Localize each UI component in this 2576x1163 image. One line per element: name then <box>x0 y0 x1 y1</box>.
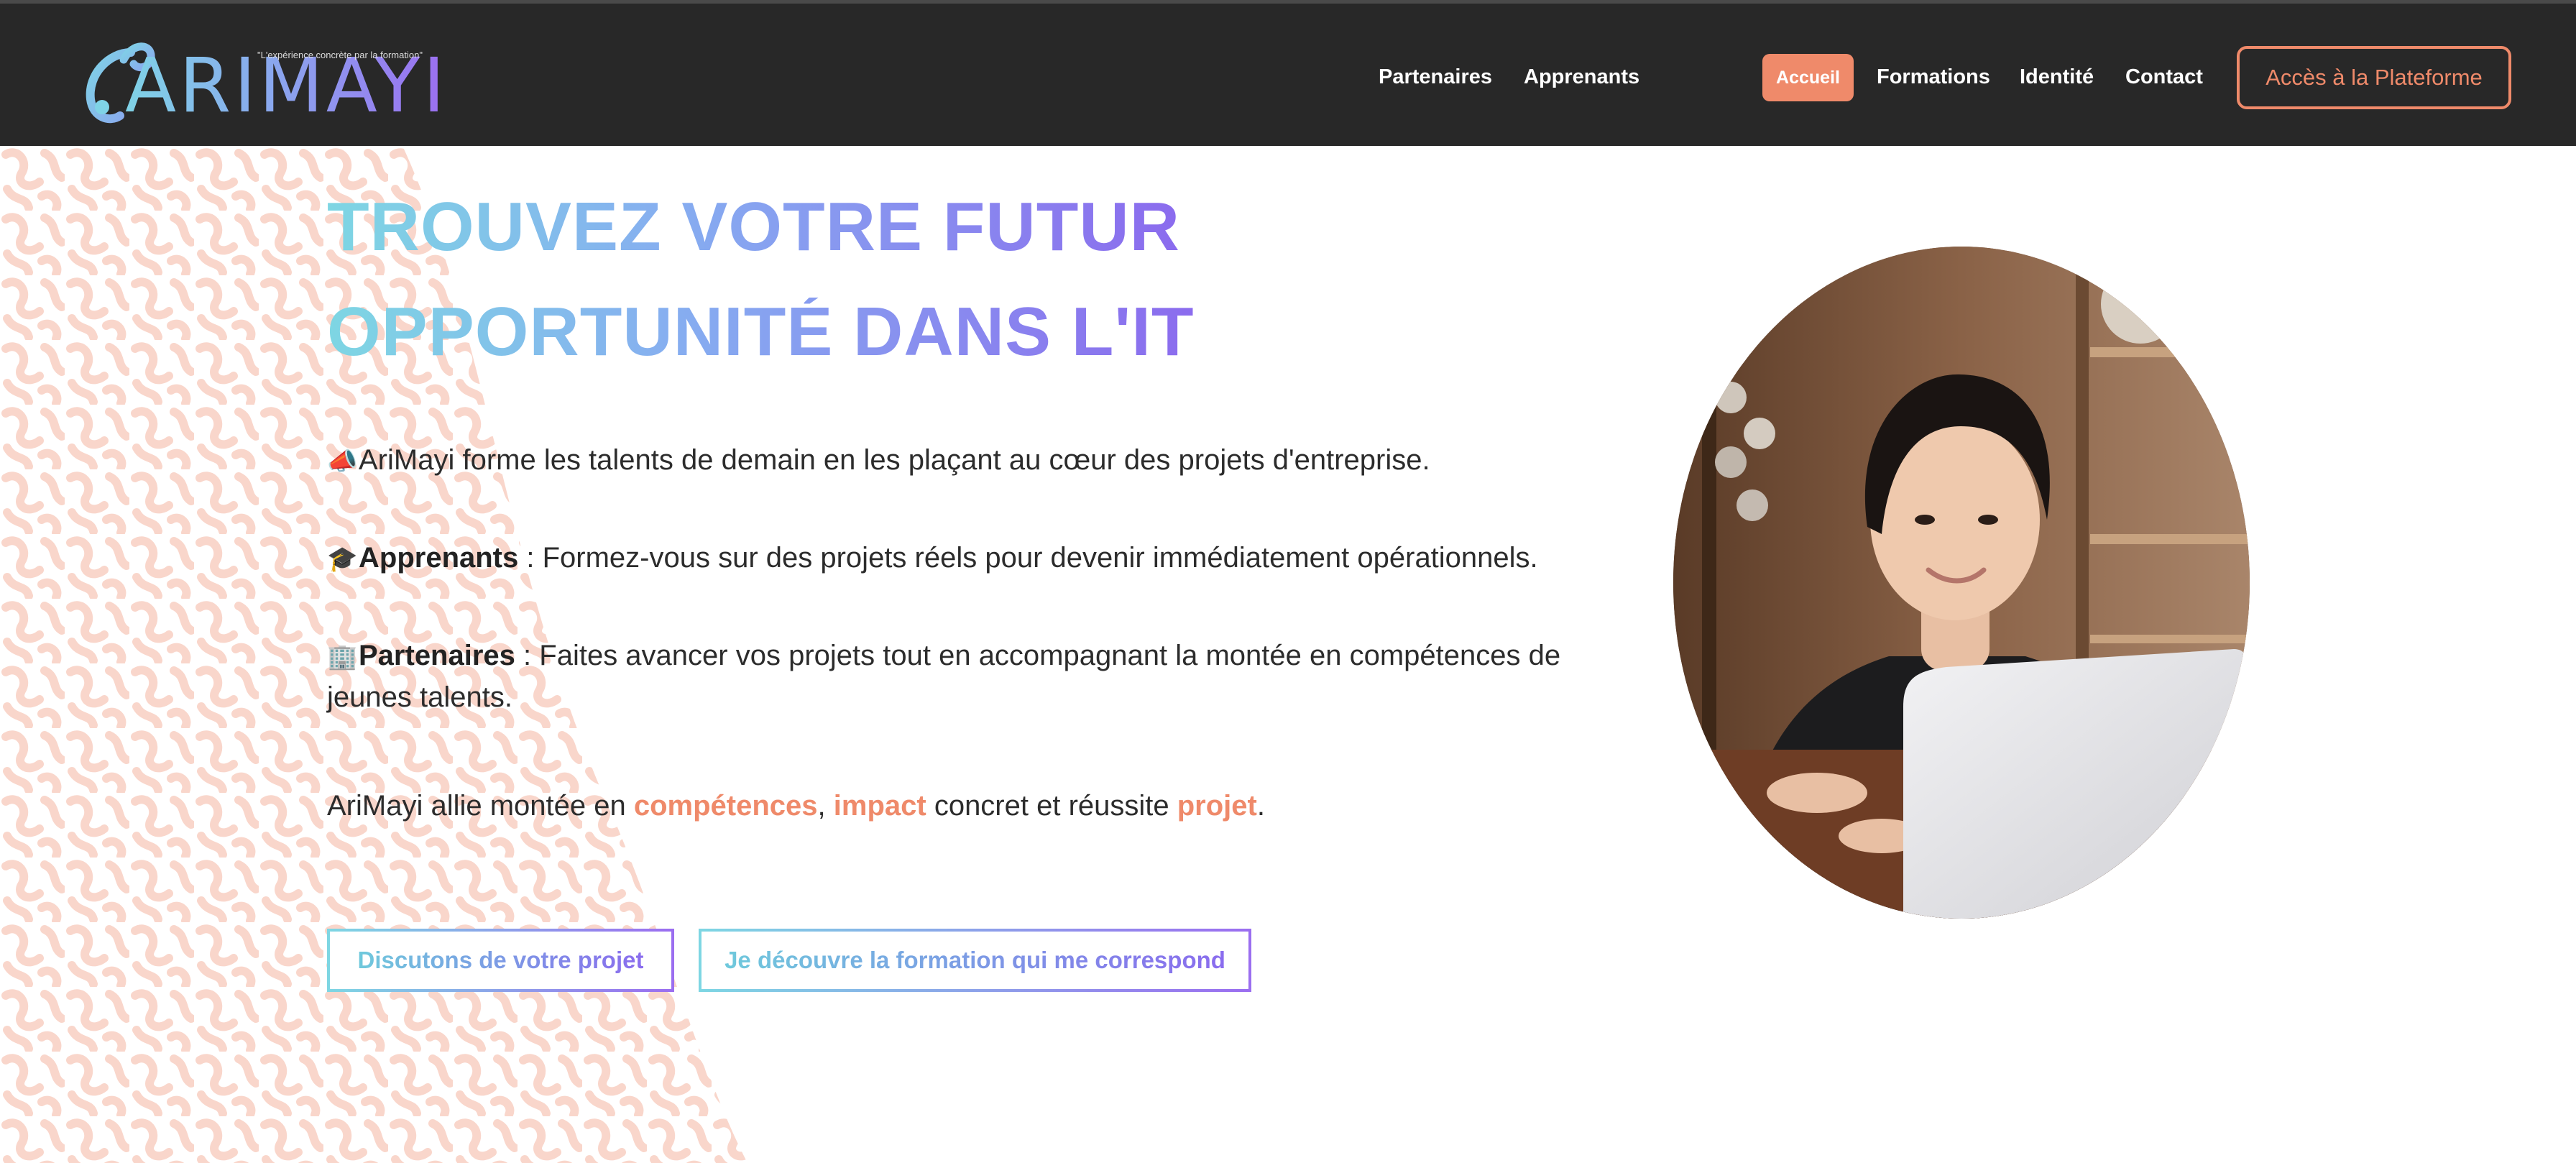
nav-link-apprenants[interactable]: Apprenants <box>1524 64 1639 90</box>
learners-label: Apprenants <box>359 542 519 574</box>
partners-paragraph: 🏢Partenaires : Faites avancer vos projet… <box>327 635 1563 717</box>
learners-paragraph: 🎓Apprenants : Formez-vous sur des projet… <box>327 538 1563 579</box>
accent-impact: impact <box>833 790 926 822</box>
partners-label: Partenaires <box>359 640 515 671</box>
hero-headline-line1: TROUVEZ VOTRE FUTUR <box>327 188 1180 265</box>
megaphone-icon: 📣 <box>327 448 358 475</box>
discuss-project-button[interactable]: Discutons de votre projet <box>327 929 674 992</box>
graduate-icon: 🎓 <box>327 546 358 573</box>
nav-link-formations[interactable]: Formations <box>1877 64 1990 90</box>
hero-headline-line2: OPPORTUNITÉ DANS L'IT <box>327 293 1195 370</box>
discover-training-button[interactable]: Je découvre la formation qui me correspo… <box>699 929 1251 992</box>
hero-portrait-photo <box>1673 247 2250 919</box>
nav-link-identite[interactable]: Identité <box>2020 64 2094 90</box>
accent-projet: projet <box>1177 790 1257 822</box>
arimayi-logo[interactable]: ARIMAYI "L'expérience concrète par la fo… <box>80 32 445 126</box>
nav-link-partenaires[interactable]: Partenaires <box>1379 64 1492 90</box>
logo-tagline: "L'expérience concrète par la formation" <box>257 50 423 60</box>
intro-paragraph: 📣AriMayi forme les talents de demain en … <box>327 440 1563 482</box>
top-navbar: ARIMAYI "L'expérience concrète par la fo… <box>0 0 2576 146</box>
office-building-icon: 🏢 <box>327 643 358 671</box>
platform-access-button[interactable]: Accès à la Plateforme <box>2237 46 2511 109</box>
nav-link-contact[interactable]: Contact <box>2125 64 2203 90</box>
accent-competences: compétences <box>633 790 818 822</box>
value-proposition: AriMayi allie montée en compétences, imp… <box>327 790 1265 822</box>
nav-link-accueil-active[interactable]: Accueil <box>1762 54 1854 101</box>
portrait-illustration <box>1673 247 2250 919</box>
